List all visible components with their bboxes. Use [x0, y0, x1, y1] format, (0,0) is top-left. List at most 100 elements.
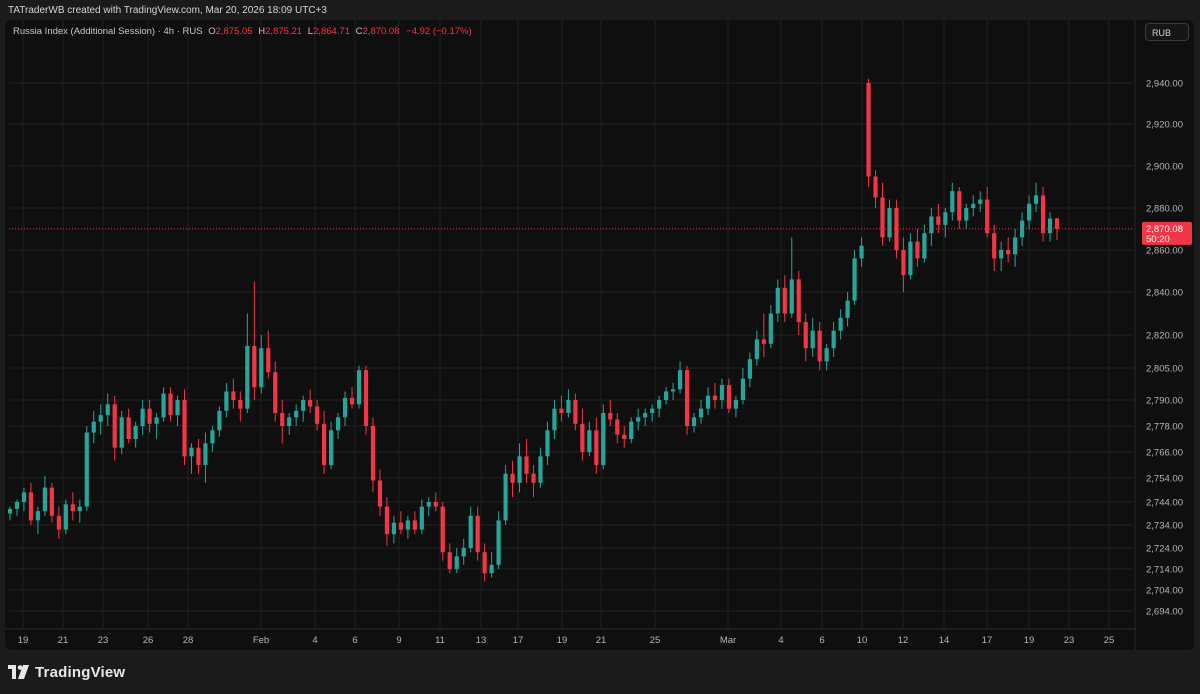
candle-body [601, 413, 606, 465]
y-tick-label: 2,694.00 [1146, 607, 1183, 618]
candle-body [803, 322, 808, 349]
candle-body [1047, 218, 1053, 234]
y-tick-label: 2,920.00 [1146, 120, 1183, 131]
candle-body [684, 370, 690, 426]
high-value: 2,875.21 [265, 26, 303, 37]
candle-body [908, 241, 913, 276]
candle-body [636, 417, 641, 422]
candle-body [691, 417, 697, 426]
candle-body [580, 423, 585, 452]
y-tick-label: 2,860.00 [1146, 246, 1183, 257]
candle-body [726, 385, 732, 409]
x-tick-label: 6 [819, 635, 824, 646]
open-value: 2,875.05 [215, 26, 253, 37]
candle-body [182, 400, 187, 457]
y-tick-label: 2,778.00 [1146, 422, 1183, 433]
candle-body [545, 430, 550, 457]
y-tick-label: 2,704.00 [1146, 586, 1183, 597]
candle-body [936, 216, 941, 225]
candle-body [328, 430, 334, 465]
candle-body [447, 552, 452, 569]
candle-body [503, 473, 508, 521]
y-tick-label: 2,840.00 [1146, 288, 1183, 299]
candle-body [315, 406, 320, 424]
candle-body [133, 426, 138, 439]
candle-body [322, 423, 327, 465]
candle-body [224, 391, 229, 411]
x-tick-label: 17 [513, 635, 524, 646]
currency-button[interactable]: RUB [1145, 23, 1189, 41]
candle-body [349, 397, 355, 405]
tradingview-logo[interactable]: TradingView [8, 662, 125, 682]
candle-body [21, 492, 27, 502]
candle-body [91, 421, 96, 433]
candle-body [308, 400, 313, 407]
candle-body [866, 83, 871, 177]
candle-body [405, 520, 410, 530]
x-tick-label: 13 [476, 635, 487, 646]
candle-body [273, 372, 278, 413]
candle-body [384, 506, 390, 535]
candle-body [14, 502, 20, 509]
candle-body [768, 313, 773, 344]
candle-body [615, 419, 620, 435]
x-tick-label: Feb [253, 635, 269, 646]
candle-body [168, 393, 173, 416]
candle-body [1054, 218, 1060, 229]
candle-body [664, 391, 669, 400]
candle-body [154, 417, 159, 424]
symbol-title: Russia Index (Additional Session) · 4h ·… [13, 26, 203, 37]
candle-body [252, 346, 257, 388]
candle-body [84, 432, 89, 507]
candle-body [231, 391, 236, 400]
y-tick-label: 2,724.00 [1146, 544, 1183, 555]
x-tick-label: 12 [898, 635, 909, 646]
footer: TradingView [0, 652, 1200, 694]
candle-body [203, 443, 208, 465]
y-tick-label: 2,714.00 [1146, 565, 1183, 576]
candle-body [915, 241, 920, 259]
x-tick-label: 10 [857, 635, 868, 646]
x-tick-label: 11 [435, 635, 445, 646]
candle-body [161, 393, 166, 418]
candle-body [922, 233, 927, 259]
candle-body [1040, 195, 1046, 234]
tradingview-logo-icon [8, 665, 29, 679]
candle-body [719, 385, 725, 400]
x-tick-label: 14 [939, 635, 950, 646]
candle-body [1026, 203, 1032, 221]
candle-body [175, 400, 180, 416]
close-value: 2,870.08 [362, 26, 400, 37]
candlestick-chart[interactable]: 2,694.00 2,704.00 2,714.00 2,724.00 2,734.00… [5, 20, 1194, 650]
candle-body [398, 522, 403, 530]
y-tick-label: 2,744.00 [1146, 498, 1183, 509]
candle-body [454, 556, 459, 569]
candle-body [259, 348, 264, 388]
change-value: −4.92 (−0.17%) [406, 26, 472, 37]
y-tick-label: 2,880.00 [1146, 204, 1183, 215]
candle-body [698, 408, 704, 418]
chart-area[interactable]: 2,694.00 2,704.00 2,714.00 2,724.00 2,734.00… [5, 20, 1194, 650]
candle-body [370, 426, 376, 481]
x-tick-label: 19 [1024, 635, 1035, 646]
candle-body [28, 492, 34, 521]
candle-body [189, 447, 194, 457]
candle-body [335, 417, 341, 431]
candle-body [140, 408, 145, 426]
candle-body [622, 434, 627, 439]
x-tick-label: 21 [596, 635, 607, 646]
candle-body [105, 404, 110, 416]
candle-body [468, 515, 473, 548]
candle-body [831, 330, 836, 349]
candle-body [538, 456, 543, 483]
candle-body [35, 511, 41, 521]
candle-body [985, 199, 990, 234]
candle-body [677, 370, 683, 390]
open-label: O [208, 26, 216, 37]
y-tick-label: 2,940.00 [1146, 79, 1183, 90]
candle-body [98, 415, 103, 422]
candle-body [873, 176, 878, 198]
x-tick-label: 25 [650, 635, 661, 646]
candle-body [901, 250, 906, 276]
candle-body [566, 400, 571, 413]
